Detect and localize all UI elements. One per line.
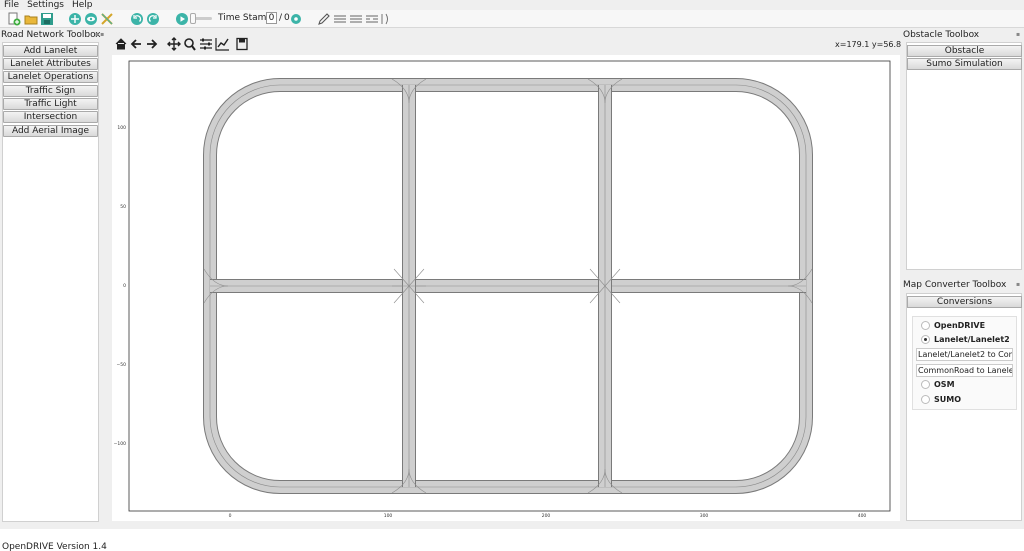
- eye-icon[interactable]: [83, 11, 99, 27]
- intersection-button[interactable]: Intersection: [3, 111, 98, 123]
- radio-dot: [921, 380, 930, 389]
- y-tick: 50: [120, 204, 126, 210]
- menu-file[interactable]: File: [4, 0, 19, 10]
- lanelet-to-commonroad-button[interactable]: Lanelet/Lanelet2 to CommonRoad: [916, 348, 1013, 361]
- lanelet-operations-button[interactable]: Lanelet Operations: [3, 71, 98, 83]
- status-text: OpenDRIVE Version 1.4: [2, 542, 107, 551]
- x-tick: 100: [384, 513, 393, 519]
- menu-settings[interactable]: Settings: [27, 0, 64, 10]
- play-icon[interactable]: [174, 11, 190, 27]
- save-figure-icon[interactable]: [236, 37, 248, 51]
- menu-bar: File Settings Help: [0, 0, 1024, 10]
- home-icon[interactable]: [115, 38, 127, 50]
- commonroad-to-lanelet-button[interactable]: CommonRoad to Lanelet/Lanelet2: [916, 364, 1013, 377]
- forward-arrow-icon[interactable]: [147, 39, 158, 49]
- radio-dot-selected: [921, 335, 930, 344]
- edit-axes-icon[interactable]: [215, 38, 229, 51]
- obstacle-toolbox-title: Obstacle Toolbox: [903, 30, 980, 40]
- map-converter-toolbox-title: Map Converter Toolbox: [903, 280, 1007, 290]
- add-lanelet-icon[interactable]: [67, 11, 83, 27]
- radio-label: OSM: [934, 380, 955, 389]
- lanelet-attributes-button[interactable]: Lanelet Attributes: [3, 58, 98, 70]
- pencil-icon[interactable]: [316, 11, 332, 27]
- radio-lanelet[interactable]: Lanelet/Lanelet2: [921, 335, 1010, 344]
- redo-icon[interactable]: [145, 11, 161, 27]
- radio-opendrive[interactable]: OpenDRIVE: [921, 321, 985, 330]
- back-arrow-icon[interactable]: [130, 39, 141, 49]
- app-window: File Settings Help Time Stamp: 0 / 0 Roa…: [0, 0, 1024, 551]
- sumo-simulation-button[interactable]: Sumo Simulation: [907, 58, 1022, 70]
- radio-label: OpenDRIVE: [934, 321, 986, 330]
- dock-controls-icon[interactable]: ▪▪: [95, 31, 105, 38]
- record-icon[interactable]: [289, 11, 303, 27]
- plot-toolbar: [114, 37, 254, 51]
- new-file-icon[interactable]: [6, 11, 22, 27]
- lane-marking-icon[interactable]: [333, 11, 393, 27]
- traffic-light-button[interactable]: Traffic Light: [3, 98, 98, 110]
- save-icon[interactable]: [39, 11, 55, 27]
- radio-osm[interactable]: OSM: [921, 380, 955, 389]
- conversions-button[interactable]: Conversions: [907, 296, 1022, 308]
- radio-sumo[interactable]: SUMO: [921, 395, 961, 404]
- status-bar: [0, 529, 1024, 551]
- y-tick: −50: [117, 362, 127, 368]
- y-tick: 100: [117, 125, 126, 131]
- pan-icon[interactable]: [167, 37, 181, 51]
- road-network-toolbox-title: Road Network Toolbox: [1, 30, 101, 40]
- x-tick: 300: [700, 513, 709, 519]
- add-aerial-image-button[interactable]: Add Aerial Image: [3, 125, 98, 137]
- cursor-coordinates: x=179.1 y=56.8: [835, 40, 902, 49]
- y-tick: −100: [114, 441, 126, 447]
- main-toolbar: Time Stamp: 0 / 0: [0, 10, 1024, 28]
- radio-label: SUMO: [934, 395, 962, 404]
- obstacle-button[interactable]: Obstacle: [907, 45, 1022, 57]
- undo-icon[interactable]: [129, 11, 145, 27]
- x-tick: 200: [542, 513, 551, 519]
- plot-canvas[interactable]: 0 100 200 300 400 100 50 0 −50 −100: [112, 55, 900, 521]
- dock-controls-icon[interactable]: ▪: [1016, 31, 1021, 38]
- time-slider-handle[interactable]: [190, 13, 196, 24]
- zoom-icon[interactable]: [184, 38, 196, 51]
- radio-dot: [921, 321, 930, 330]
- configure-subplots-icon[interactable]: [200, 38, 212, 50]
- crop-icon[interactable]: [99, 11, 115, 27]
- open-folder-icon[interactable]: [23, 11, 39, 27]
- x-tick: 400: [858, 513, 867, 519]
- x-tick: 0: [229, 513, 232, 519]
- add-lanelet-button[interactable]: Add Lanelet: [3, 45, 98, 57]
- traffic-sign-button[interactable]: Traffic Sign: [3, 85, 98, 97]
- obstacle-toolbox-panel: [906, 42, 1022, 270]
- radio-dot: [921, 395, 930, 404]
- time-stamp-input[interactable]: 0: [266, 12, 277, 24]
- dock-controls-icon[interactable]: ▪: [1016, 281, 1021, 288]
- y-tick: 0: [123, 283, 126, 289]
- radio-label: Lanelet/Lanelet2: [934, 335, 1010, 344]
- menu-help[interactable]: Help: [72, 0, 93, 10]
- time-stamp-separator: /: [279, 13, 283, 23]
